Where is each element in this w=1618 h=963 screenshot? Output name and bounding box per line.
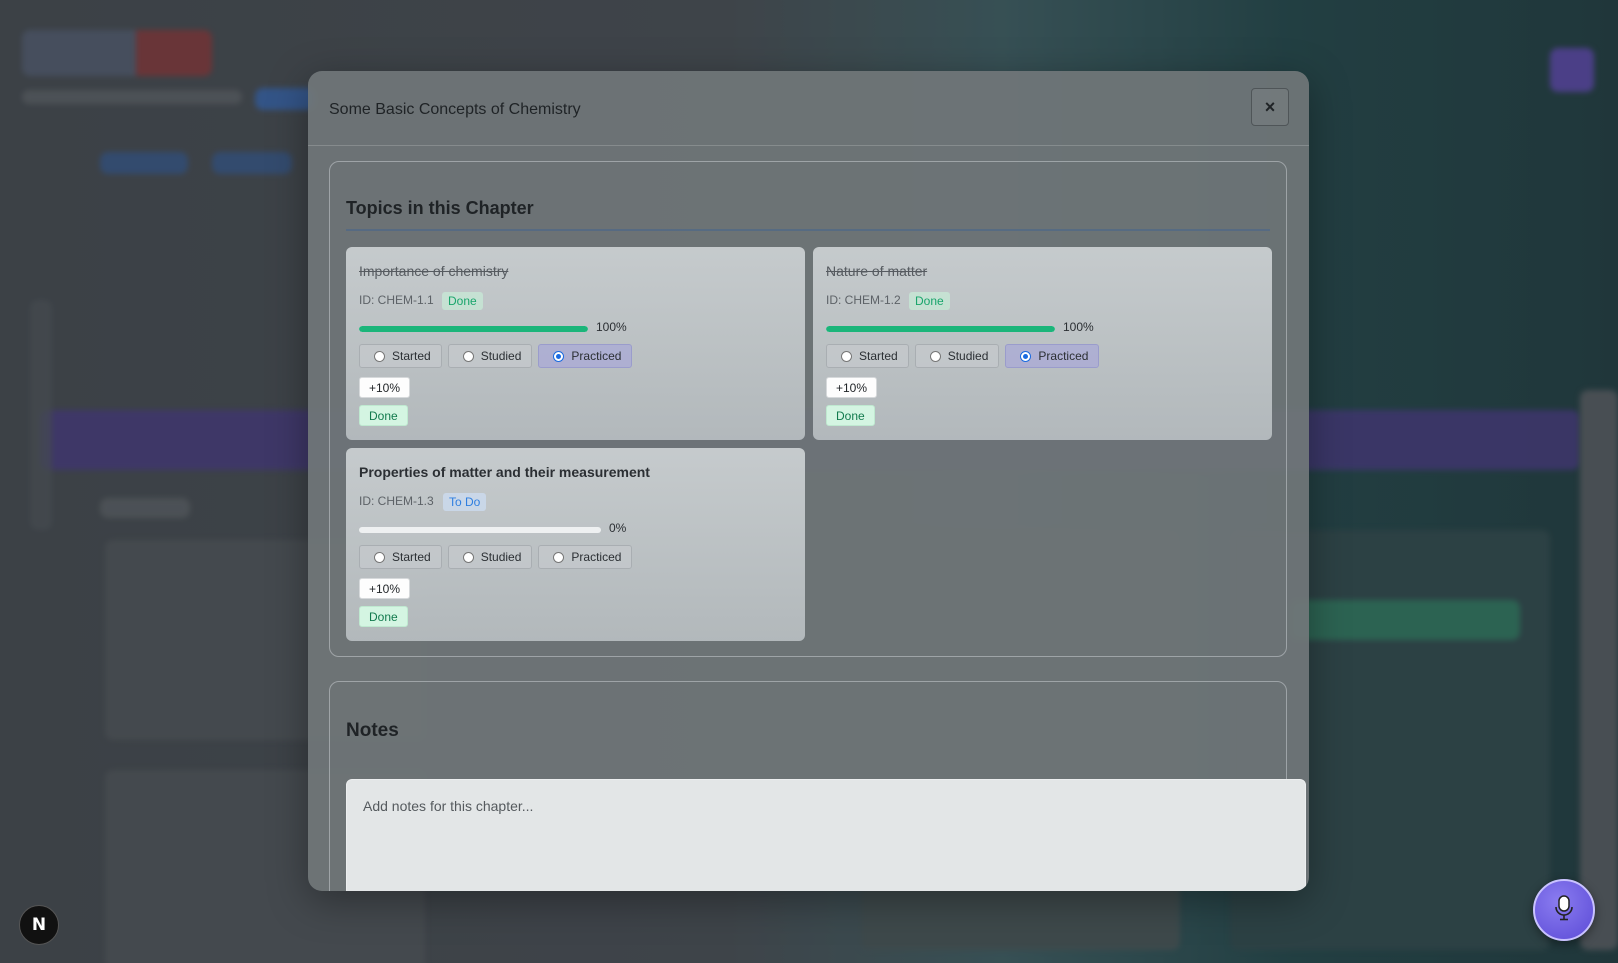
progress-options: Started Studied Practiced [359, 344, 633, 368]
radio-button[interactable] [1020, 350, 1032, 362]
radio-button[interactable] [374, 350, 385, 362]
progress-fill [826, 326, 1055, 332]
status-badge: Done [909, 292, 950, 310]
title-divider [346, 229, 1270, 231]
radio-button[interactable] [841, 350, 852, 362]
increment-progress-button[interactable]: +10% [359, 377, 411, 398]
option-label: Studied [480, 349, 522, 363]
progress-bar [359, 527, 601, 533]
progress-fill [359, 326, 588, 332]
progress-percent: 100% [1063, 320, 1094, 334]
option-studied[interactable]: Studied [447, 344, 533, 368]
topic-id: ID: CHEM-1.1 [359, 293, 434, 307]
topics-section: Topics in this Chapter Importance of che… [329, 161, 1287, 657]
progress-bar [826, 326, 1055, 332]
topic-card: Properties of matter and their measureme… [346, 448, 805, 641]
topic-card: Importance of chemistry ID: CHEM-1.1 Don… [346, 247, 805, 440]
option-label: Started [392, 349, 431, 363]
topic-card: Nature of matter ID: CHEM-1.2 Done 100% … [813, 247, 1272, 440]
mark-done-button[interactable]: Done [826, 405, 875, 426]
chapter-modal: Some Basic Concepts of Chemistry × Topic… [308, 71, 1309, 891]
next-dev-badge[interactable]: N [19, 905, 59, 945]
option-label: Studied [480, 550, 522, 564]
mark-done-button[interactable]: Done [359, 606, 408, 627]
radio-button[interactable] [462, 350, 474, 362]
option-studied[interactable]: Studied [914, 344, 1000, 368]
radio-button[interactable] [553, 551, 565, 563]
close-icon: × [1264, 96, 1276, 117]
option-label: Practiced [571, 349, 622, 363]
mark-done-button[interactable]: Done [359, 405, 408, 426]
status-badge: Done [442, 292, 483, 310]
topic-name: Nature of matter [826, 263, 928, 279]
option-label: Started [859, 349, 898, 363]
option-studied[interactable]: Studied [447, 545, 533, 569]
progress-bar [359, 326, 588, 332]
progress-options: Started Studied Practiced [826, 344, 1100, 368]
option-practiced[interactable]: Practiced [538, 344, 633, 368]
status-badge: To Do [443, 493, 487, 511]
modal-title: Some Basic Concepts of Chemistry [329, 101, 581, 118]
microphone-icon [1552, 894, 1576, 927]
topic-id: ID: CHEM-1.2 [826, 293, 901, 307]
option-started[interactable]: Started [826, 344, 909, 368]
topic-id: ID: CHEM-1.3 [359, 494, 434, 508]
next-badge-label: N [31, 915, 47, 935]
radio-button[interactable] [553, 350, 565, 362]
option-label: Practiced [571, 550, 622, 564]
progress-percent: 100% [596, 320, 627, 334]
topic-name: Properties of matter and their measureme… [359, 464, 650, 480]
option-label: Studied [947, 349, 989, 363]
modal-header: Some Basic Concepts of Chemistry × [308, 71, 1309, 146]
radio-button[interactable] [374, 551, 385, 563]
notes-section: Notes [329, 681, 1306, 891]
option-practiced[interactable]: Practiced [1005, 344, 1100, 368]
increment-progress-button[interactable]: +10% [359, 578, 411, 599]
option-label: Started [392, 550, 431, 564]
close-button[interactable]: × [1251, 88, 1289, 126]
option-practiced[interactable]: Practiced [538, 545, 633, 569]
notes-section-title: Notes [346, 720, 399, 741]
topic-name: Importance of chemistry [359, 263, 509, 279]
progress-options: Started Studied Practiced [359, 545, 633, 569]
topics-section-title: Topics in this Chapter [346, 198, 534, 218]
voice-assistant-button[interactable] [1533, 879, 1595, 941]
option-label: Practiced [1038, 349, 1089, 363]
notes-textarea[interactable] [346, 779, 1306, 891]
option-started[interactable]: Started [359, 344, 442, 368]
option-started[interactable]: Started [359, 545, 442, 569]
radio-button[interactable] [462, 551, 474, 563]
increment-progress-button[interactable]: +10% [826, 377, 878, 398]
progress-percent: 0% [609, 521, 627, 535]
radio-button[interactable] [929, 350, 941, 362]
